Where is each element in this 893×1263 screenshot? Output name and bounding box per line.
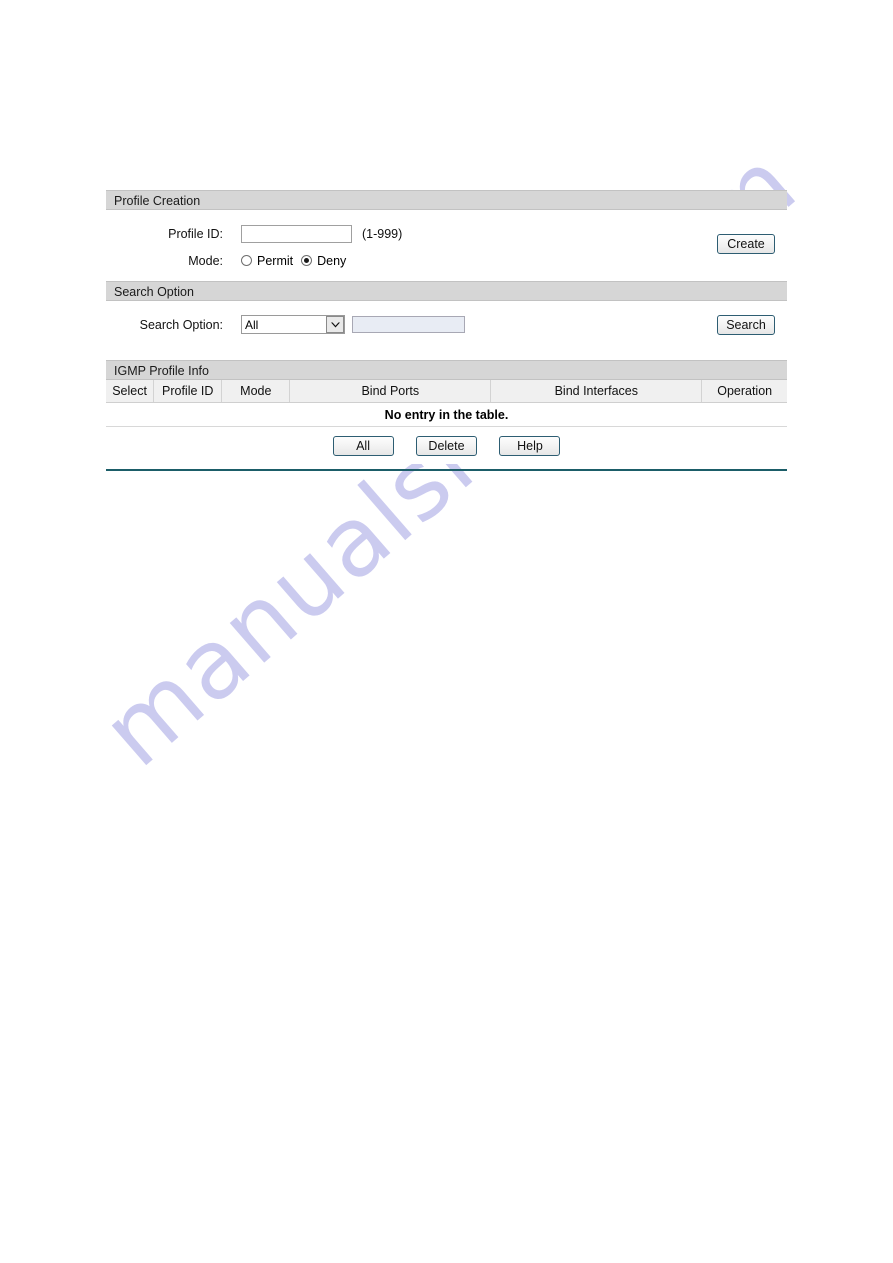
- search-option-select[interactable]: All: [241, 315, 345, 334]
- section-header-profile-creation: Profile Creation: [106, 190, 787, 210]
- column-header-operation[interactable]: Operation: [701, 380, 787, 403]
- profile-id-field-zone: (1-999): [241, 224, 403, 243]
- row-mode: Mode: Permit Deny: [106, 247, 787, 274]
- mode-radio-group: Permit Deny: [241, 254, 354, 268]
- search-option-label: Search Option:: [139, 317, 223, 332]
- radio-circle-filled-icon: [301, 255, 313, 266]
- select-all-button[interactable]: All: [332, 436, 394, 456]
- radio-mode-permit-label: Permit: [257, 253, 294, 268]
- gap-before-table: [106, 348, 787, 360]
- help-button[interactable]: Help: [499, 436, 561, 456]
- search-button[interactable]: Search: [717, 315, 775, 335]
- spacer-top-search: [106, 301, 787, 311]
- row-search-option: Search Option: All: [106, 311, 787, 338]
- section-header-search-option: Search Option: [106, 281, 787, 301]
- profile-id-range-hint: (1-999): [362, 226, 403, 241]
- igmp-profile-table: Select Profile ID Mode Bind Ports Bind I…: [106, 380, 787, 427]
- spacer-bottom-search: [106, 338, 787, 348]
- table-empty-message: No entry in the table.: [106, 402, 787, 427]
- search-option-select-value: All: [245, 317, 259, 332]
- profile-creation-body: Profile ID: (1-999) Mode: Permit Deny Cr…: [106, 210, 787, 281]
- search-option-body: Search Option: All Search: [106, 301, 787, 348]
- spacer-top: [106, 210, 787, 220]
- profile-id-input[interactable]: [241, 224, 352, 243]
- column-header-bind-ports[interactable]: Bind Ports: [289, 380, 492, 403]
- radio-mode-deny-label: Deny: [317, 253, 347, 268]
- profile-id-label: Profile ID:: [168, 226, 223, 241]
- section-header-igmp-profile-info: IGMP Profile Info: [106, 360, 787, 380]
- mode-field-zone: Permit Deny: [241, 254, 354, 268]
- search-keyword-input[interactable]: [352, 316, 465, 333]
- search-option-field-zone: All: [241, 315, 465, 334]
- chevron-down-icon[interactable]: [326, 316, 344, 333]
- column-header-profile-id[interactable]: Profile ID: [153, 380, 223, 403]
- table-action-buttons: All Delete Help: [106, 427, 787, 464]
- delete-button[interactable]: Delete: [416, 436, 477, 456]
- radio-mode-deny[interactable]: Deny: [301, 254, 346, 268]
- table-empty-row: No entry in the table.: [106, 402, 787, 427]
- bottom-divider: [106, 469, 787, 471]
- mode-label: Mode:: [188, 253, 223, 268]
- radio-circle-icon: [241, 255, 252, 266]
- table-header-row: Select Profile ID Mode Bind Ports Bind I…: [106, 380, 787, 403]
- igmp-profile-config-panel: Profile Creation Profile ID: (1-999) Mod…: [106, 190, 787, 471]
- column-header-mode[interactable]: Mode: [221, 380, 291, 403]
- row-profile-id: Profile ID: (1-999): [106, 220, 787, 247]
- spacer-bottom-profile-creation: [106, 274, 787, 281]
- column-header-select[interactable]: Select: [106, 380, 155, 403]
- create-button[interactable]: Create: [717, 234, 775, 254]
- radio-mode-permit[interactable]: Permit: [241, 254, 293, 268]
- column-header-bind-interfaces[interactable]: Bind Interfaces: [490, 380, 703, 403]
